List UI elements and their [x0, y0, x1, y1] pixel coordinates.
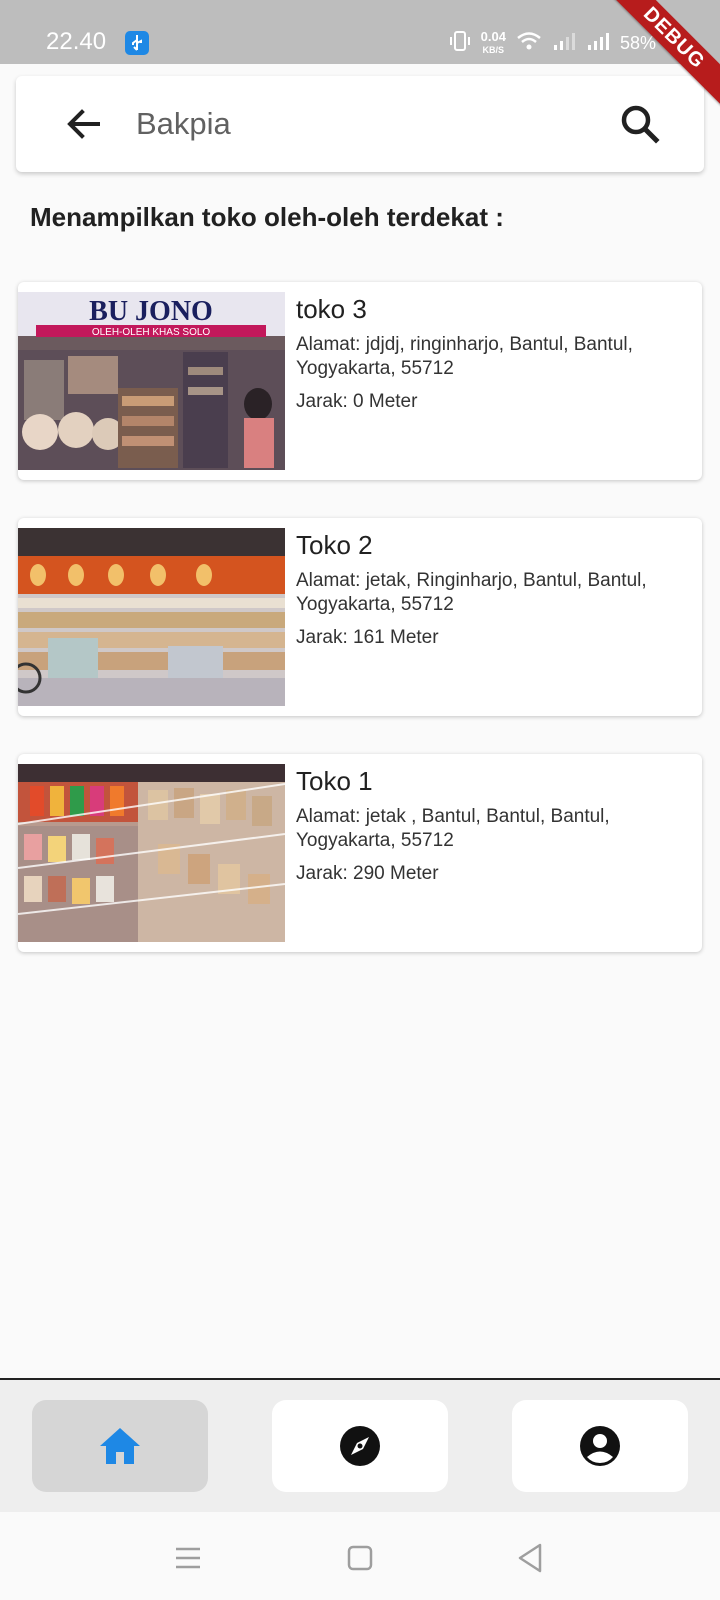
store-name: Toko 2	[296, 530, 373, 560]
search-icon	[621, 105, 660, 144]
store-image	[18, 528, 285, 706]
account-icon	[580, 1426, 620, 1466]
store-info: Toko 1 Alamat: jetak , Bantul, Bantul, B…	[296, 766, 686, 885]
store-list: BU JONO OLEH-OLEH KHAS SOLO toko 3 Alama…	[18, 282, 702, 990]
app-screen: 22.40 0.04 KB/S 58% DEBUG Bakpia Menampi…	[0, 0, 720, 1600]
store-card[interactable]: BU JONO OLEH-OLEH KHAS SOLO toko 3 Alama…	[18, 282, 702, 480]
net-speed-unit: KB/S	[482, 45, 505, 55]
search-input[interactable]	[136, 100, 596, 148]
section-title: Menampilkan toko oleh-oleh terdekat :	[30, 202, 504, 232]
net-speed: 0.04 KB/S	[480, 29, 506, 56]
back-system-button[interactable]	[512, 1540, 548, 1576]
nav-profile-button[interactable]	[512, 1400, 688, 1492]
arrow-back-icon	[67, 109, 100, 139]
store-info: Toko 2 Alamat: jetak, Ringinharjo, Bantu…	[296, 530, 686, 649]
nav-explore-button[interactable]	[272, 1400, 448, 1492]
home-system-button[interactable]	[342, 1540, 378, 1576]
store-address: Alamat: jetak , Bantul, Bantul, Bantul, …	[296, 806, 610, 851]
back-button[interactable]	[62, 102, 106, 146]
store-name: Toko 1	[296, 766, 373, 796]
signal-icon-2	[586, 31, 610, 56]
store-distance: Jarak: 161 Meter	[296, 627, 439, 648]
triangle-back-icon	[518, 1543, 542, 1573]
battery-level: 58%	[619, 33, 656, 53]
recents-button[interactable]	[170, 1540, 206, 1576]
wifi-icon	[516, 31, 542, 56]
store-card[interactable]: Toko 1 Alamat: jetak , Bantul, Bantul, B…	[18, 754, 702, 952]
store-card[interactable]: Toko 2 Alamat: jetak, Ringinharjo, Bantu…	[18, 518, 702, 716]
system-nav	[0, 1512, 720, 1600]
search-button[interactable]	[616, 100, 664, 148]
signal-icon-1	[552, 31, 576, 56]
net-speed-value: 0.04	[480, 29, 506, 44]
store-info: toko 3 Alamat: jdjdj, ringinharjo, Bantu…	[296, 294, 686, 413]
compass-icon	[340, 1426, 380, 1466]
search-bar	[16, 76, 704, 172]
store-distance: Jarak: 0 Meter	[296, 391, 418, 412]
store-subsign-text: OLEH-OLEH KHAS SOLO	[92, 327, 211, 338]
store-image: BU JONO OLEH-OLEH KHAS SOLO	[18, 292, 285, 470]
bottom-nav	[0, 1378, 720, 1512]
menu-lines-icon	[176, 1547, 200, 1569]
square-icon	[347, 1545, 373, 1571]
store-address: Alamat: jetak, Ringinharjo, Bantul, Bant…	[296, 570, 647, 615]
store-address: Alamat: jdjdj, ringinharjo, Bantul, Bant…	[296, 334, 633, 379]
store-distance: Jarak: 290 Meter	[296, 863, 439, 884]
home-icon	[100, 1428, 140, 1464]
nav-home-button[interactable]	[32, 1400, 208, 1492]
store-image	[18, 764, 285, 942]
status-time: 22.40	[46, 28, 107, 55]
store-sign-text: BU JONO	[89, 296, 213, 327]
usb-icon	[125, 31, 149, 55]
vibrate-icon	[449, 30, 471, 57]
status-bar: 22.40 0.04 KB/S 58%	[0, 0, 720, 64]
status-icons: 0.04 KB/S 58%	[449, 30, 656, 57]
store-name: toko 3	[296, 294, 367, 324]
